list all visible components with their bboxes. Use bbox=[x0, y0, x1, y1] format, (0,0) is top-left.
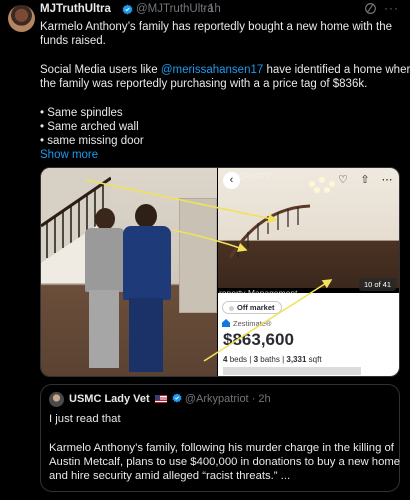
beds-count: 4 bbox=[223, 355, 228, 364]
status-badge: Off market bbox=[222, 301, 282, 314]
verified-badge-icon bbox=[122, 4, 133, 15]
quote-avatar[interactable] bbox=[49, 392, 64, 407]
grok-icon[interactable] bbox=[364, 2, 377, 15]
person-body bbox=[85, 228, 125, 292]
photo-count-badge: 10 of 41 bbox=[359, 278, 397, 291]
mention-link[interactable]: @merissahansen17 bbox=[161, 64, 263, 76]
sqft-count: 3,331 bbox=[286, 355, 307, 364]
flag-icon bbox=[154, 395, 167, 403]
quote-time[interactable]: 2h bbox=[258, 393, 270, 405]
listing-card: Off market Zestimate® $863,600 4 beds | … bbox=[218, 293, 399, 376]
heart-icon[interactable]: ♡ bbox=[335, 172, 351, 189]
bullet-item: • Same arched wall bbox=[40, 121, 139, 133]
person-head bbox=[95, 208, 115, 230]
post: MJTruthUltra @MJTruthUltra · 1h ··· Karm… bbox=[0, 0, 410, 500]
baths-label: baths bbox=[260, 355, 280, 364]
chandelier-image bbox=[309, 177, 335, 193]
person-head bbox=[135, 204, 157, 228]
sqft-label: sqft bbox=[308, 355, 322, 364]
author-name[interactable]: MJTruthUltra bbox=[40, 3, 111, 15]
quote-author-name[interactable]: USMC Lady Vet bbox=[69, 393, 150, 405]
post-line: Karmelo Anthony’s family has reportedly … bbox=[40, 21, 393, 33]
separator-dot: · bbox=[251, 393, 256, 405]
quote-header: USMC Lady Vet @Arkypatriot · 2h bbox=[69, 393, 271, 405]
baths-count: 3 bbox=[253, 355, 259, 364]
quote-author-handle[interactable]: @Arkypatriot bbox=[185, 393, 249, 405]
quote-line: Austin Metcalf, plans to use $400,000 in… bbox=[49, 456, 401, 468]
separator-dot: · bbox=[202, 3, 206, 15]
more-options-icon[interactable]: ⋯ bbox=[379, 172, 395, 189]
post-line: the family was reportedly purchasing wit… bbox=[40, 78, 368, 90]
person-legs bbox=[89, 290, 119, 368]
status-label: Off market bbox=[237, 303, 275, 312]
back-icon[interactable]: ‹ bbox=[223, 172, 240, 189]
beds-label: beds bbox=[229, 355, 248, 364]
doorway bbox=[179, 198, 217, 313]
post-text-fragment: have identified a home where bbox=[263, 64, 410, 76]
more-icon[interactable]: ··· bbox=[384, 1, 402, 15]
person-body bbox=[123, 226, 171, 300]
bullet-item: • Same spindles bbox=[40, 107, 123, 119]
quote-line: I just read that bbox=[49, 413, 121, 425]
post-header: MJTruthUltra @MJTruthUltra · 1h bbox=[40, 3, 410, 19]
bullet-item: • same missing door bbox=[40, 135, 144, 147]
listing-staircase-image bbox=[230, 204, 310, 258]
post-time[interactable]: 1h bbox=[208, 3, 221, 15]
listing-price: $863,600 bbox=[223, 330, 294, 349]
quote-line: and hire security amid alleged “racist t… bbox=[49, 470, 291, 482]
family-photo[interactable] bbox=[41, 168, 217, 376]
verified-badge-icon bbox=[172, 393, 182, 403]
post-text-fragment: Social Media users like bbox=[40, 64, 161, 76]
person-legs bbox=[129, 298, 163, 372]
post-line: Social Media users like @merissahansen17… bbox=[40, 63, 410, 77]
share-icon[interactable]: ⇧ bbox=[357, 172, 373, 189]
listing-action-icons: ♡ ⇧ ⋯ bbox=[335, 172, 397, 189]
media-attachment[interactable]: PROPERTY ‹ ♡ ⇧ ⋯ 10 of 41 roperty Manage… bbox=[40, 167, 400, 377]
author-avatar[interactable] bbox=[8, 5, 35, 32]
listing-facts: 4 beds | 3 baths | 3,331 sqft bbox=[223, 355, 322, 364]
show-more-link[interactable]: Show more bbox=[40, 148, 98, 162]
quoted-post[interactable]: USMC Lady Vet @Arkypatriot · 2h I just r… bbox=[40, 384, 400, 492]
zestimate-text: Zestimate® bbox=[233, 319, 272, 328]
post-line: funds raised. bbox=[40, 35, 106, 47]
zestimate-icon bbox=[222, 319, 230, 327]
redacted-address bbox=[223, 367, 361, 375]
quote-line: Karmelo Anthony’s family, following his … bbox=[49, 442, 394, 454]
status-dot-icon bbox=[229, 305, 234, 311]
zestimate-label: Zestimate® bbox=[222, 319, 271, 328]
